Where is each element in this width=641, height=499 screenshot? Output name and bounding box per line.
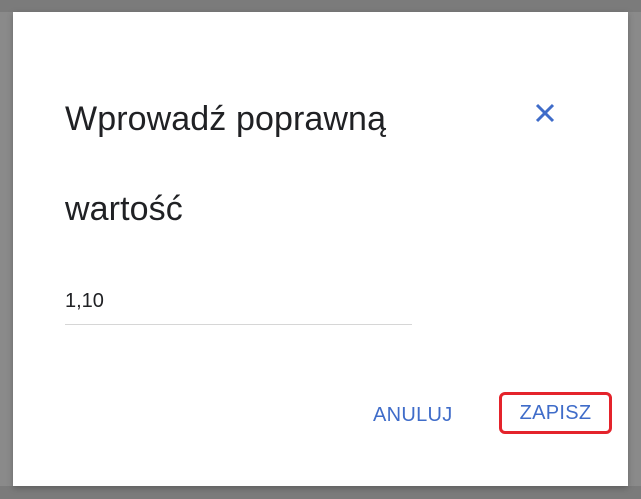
close-icon xyxy=(535,103,555,123)
save-button[interactable]: ZAPISZ xyxy=(499,392,612,434)
overlay-bottom xyxy=(0,486,641,499)
cancel-button[interactable]: ANULUJ xyxy=(369,395,457,435)
overlay-right xyxy=(628,12,641,486)
close-button[interactable] xyxy=(526,94,564,132)
value-input[interactable]: 1,10 xyxy=(65,282,412,325)
overlay-top xyxy=(0,0,641,12)
overlay-left xyxy=(0,12,13,486)
edit-value-dialog: Wprowadź poprawną wartość 1,10 ANULUJ ZA… xyxy=(13,12,628,486)
dialog-title: Wprowadź poprawną wartość xyxy=(65,100,387,228)
value-text: 1,10 xyxy=(65,290,104,312)
